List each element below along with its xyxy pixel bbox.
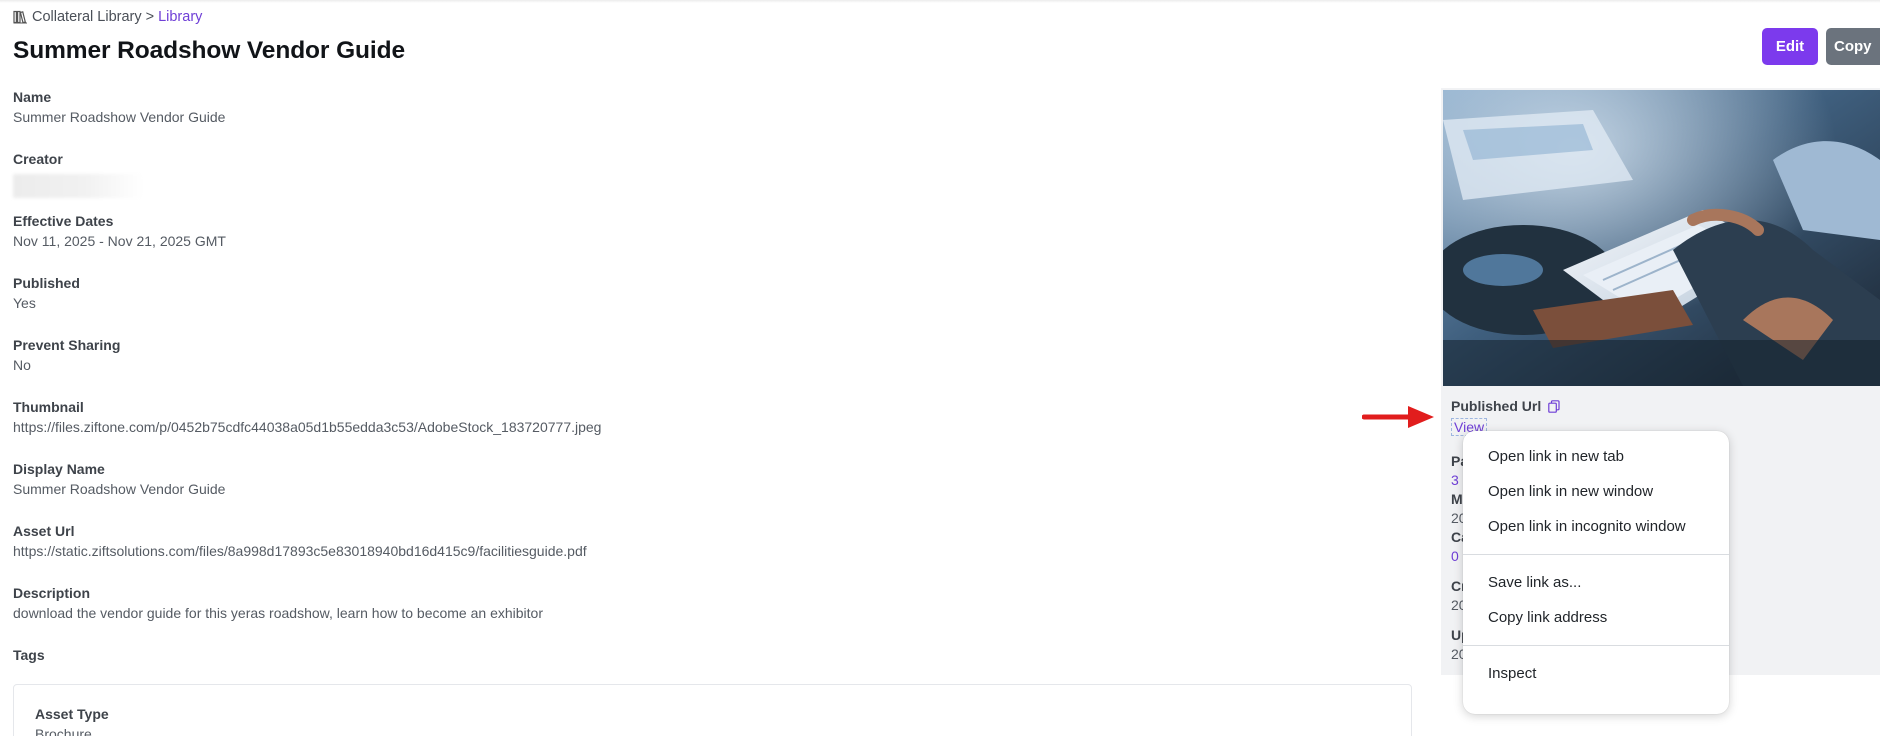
menu-separator <box>1463 645 1729 646</box>
menu-open-incognito[interactable]: Open link in incognito window <box>1463 509 1729 544</box>
truncated-link-3[interactable]: 3 <box>1451 472 1459 488</box>
asset-type-label: Asset Type <box>35 706 109 722</box>
breadcrumb: Collateral Library > Library <box>13 9 202 25</box>
breadcrumb-current[interactable]: Library <box>158 9 202 25</box>
creator-redacted <box>13 174 143 198</box>
breadcrumb-root[interactable]: Collateral Library <box>32 9 142 25</box>
asset-type-value: Brochure <box>35 726 92 736</box>
field-label: Display Name <box>13 461 105 477</box>
menu-inspect[interactable]: Inspect <box>1463 656 1729 691</box>
asset-type-card: Asset Type Brochure <box>13 684 1412 736</box>
field-published: Published Yes <box>13 274 1393 336</box>
field-label: Asset Url <box>13 523 75 539</box>
red-arrow-annotation-icon <box>1362 406 1434 428</box>
breadcrumb-separator: > <box>145 9 155 25</box>
field-effective-dates: Effective Dates Nov 11, 2025 - Nov 21, 2… <box>13 212 1393 274</box>
field-label: Creator <box>13 151 63 167</box>
field-label: Description <box>13 585 91 601</box>
field-label: Effective Dates <box>13 213 114 229</box>
menu-separator <box>1463 554 1729 555</box>
toolbar: Edit Copy <box>1762 28 1880 65</box>
copy-button[interactable]: Copy <box>1826 28 1880 65</box>
field-value: Yes <box>13 295 36 311</box>
field-thumbnail: Thumbnail https://files.ziftone.com/p/04… <box>13 398 1393 460</box>
edit-button[interactable]: Edit <box>1762 28 1818 65</box>
truncated-label-m: M <box>1451 491 1463 507</box>
menu-copy-link-address[interactable]: Copy link address <box>1463 600 1729 635</box>
truncated-link-0[interactable]: 0 <box>1451 548 1459 564</box>
thumbnail-image <box>1443 90 1880 386</box>
top-bar-shadow <box>0 0 1880 3</box>
field-value: No <box>13 357 31 373</box>
menu-open-new-tab[interactable]: Open link in new tab <box>1463 439 1729 474</box>
field-label: Thumbnail <box>13 399 84 415</box>
field-value: https://files.ziftone.com/p/0452b75cdfc4… <box>13 419 602 435</box>
details-list: Name Summer Roadshow Vendor Guide Creato… <box>13 88 1393 646</box>
menu-open-new-window[interactable]: Open link in new window <box>1463 474 1729 509</box>
library-icon <box>13 10 27 24</box>
field-prevent-sharing: Prevent Sharing No <box>13 336 1393 398</box>
copy-url-icon[interactable] <box>1548 399 1560 413</box>
field-value: Summer Roadshow Vendor Guide <box>13 109 226 125</box>
field-label: Name <box>13 89 52 105</box>
published-url-label-text: Published Url <box>1451 398 1542 414</box>
field-value: https://static.ziftsolutions.com/files/8… <box>13 543 587 559</box>
field-label: Published <box>13 275 80 291</box>
context-menu: Open link in new tab Open link in new wi… <box>1463 431 1729 714</box>
business-meeting-photo <box>1443 90 1880 386</box>
field-value: Summer Roadshow Vendor Guide <box>13 481 226 497</box>
published-url-label: Published Url <box>1451 398 1871 414</box>
field-label: Prevent Sharing <box>13 337 121 353</box>
field-description: Description download the vendor guide fo… <box>13 584 1393 646</box>
field-value: download the vendor guide for this yeras… <box>13 605 543 621</box>
field-creator: Creator <box>13 150 1393 212</box>
field-display-name: Display Name Summer Roadshow Vendor Guid… <box>13 460 1393 522</box>
menu-save-link-as[interactable]: Save link as... <box>1463 565 1729 600</box>
field-name: Name Summer Roadshow Vendor Guide <box>13 88 1393 150</box>
field-asset-url: Asset Url https://static.ziftsolutions.c… <box>13 522 1393 584</box>
field-value: Nov 11, 2025 - Nov 21, 2025 GMT <box>13 233 226 249</box>
page-title: Summer Roadshow Vendor Guide <box>13 37 405 64</box>
tags-label: Tags <box>13 647 45 663</box>
